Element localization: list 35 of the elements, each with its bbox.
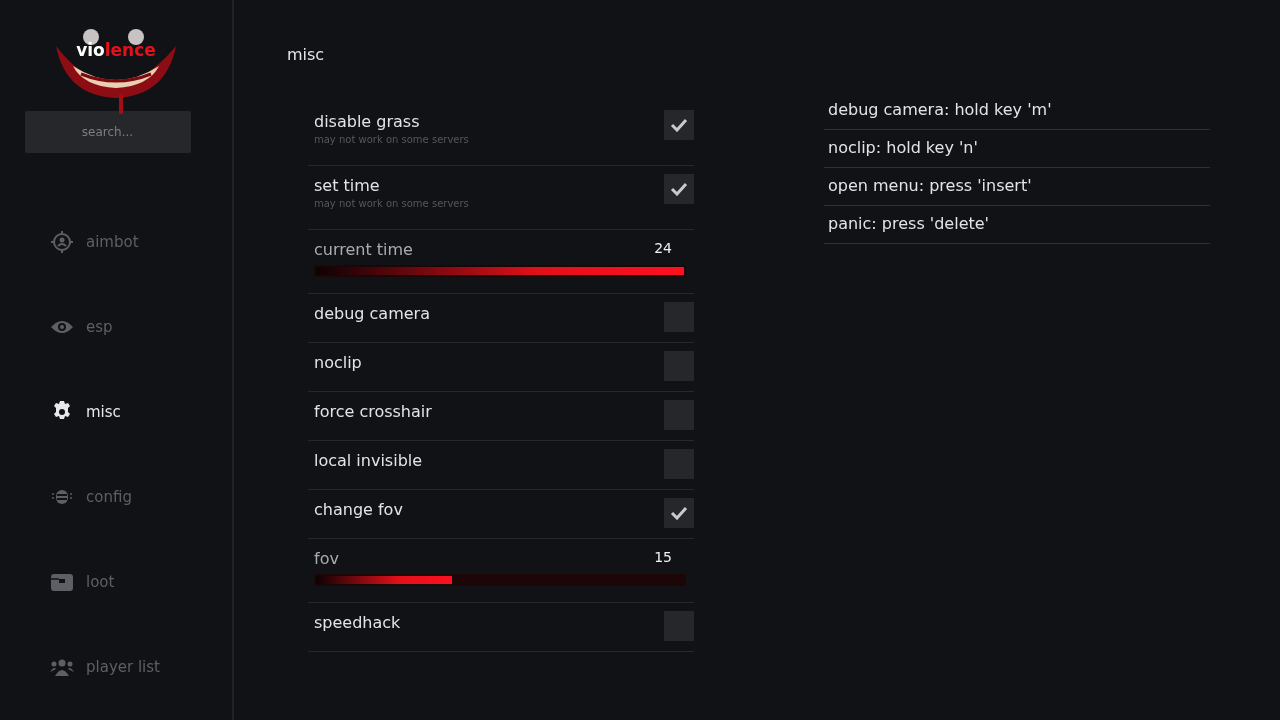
keybind-hint: debug camera: hold key 'm' [824,92,1210,130]
setting-label: force crosshair [314,401,432,421]
setting-label: speedhack [314,612,401,632]
sidebar-item[interactable]: config [50,454,232,539]
setting-label: disable grass [314,111,421,131]
sidebar-item[interactable]: esp [50,284,232,369]
setting-label: change fov [314,499,403,519]
slider-value: 15 [654,548,672,565]
sidebar-item[interactable]: player list [50,624,232,709]
slider-track[interactable] [314,574,686,586]
setting-label: noclip [314,352,362,372]
search-field[interactable]: search... [24,111,191,153]
setting-label: debug camera [314,303,430,323]
checkbox[interactable] [664,110,694,140]
checkbox[interactable] [664,498,694,528]
sidebar-item[interactable]: aimbot [50,199,232,284]
sidebar-item[interactable]: misc [50,369,232,454]
crosshair-icon [50,229,74,254]
sidebar-item[interactable]: loot [50,539,232,624]
keybind-hint: open menu: press 'insert' [824,168,1210,206]
check-icon [670,118,688,132]
slider-label: current time [314,239,413,259]
setting-note: may not work on some servers [314,134,469,145]
slider-value: 24 [654,239,672,256]
setting-label: set time [314,175,381,195]
keybind-hint: panic: press 'delete' [824,206,1210,244]
logo-text: violence [75,40,157,60]
page-title: misc [287,45,326,64]
check-icon [670,506,688,520]
slider-label: fov [314,548,339,568]
setting-note: may not work on some servers [314,198,469,209]
checkbox[interactable] [664,174,694,204]
keybind-hint: noclip: hold key 'n' [824,130,1210,168]
check-icon [670,182,688,196]
setting-label: local invisible [314,450,423,470]
